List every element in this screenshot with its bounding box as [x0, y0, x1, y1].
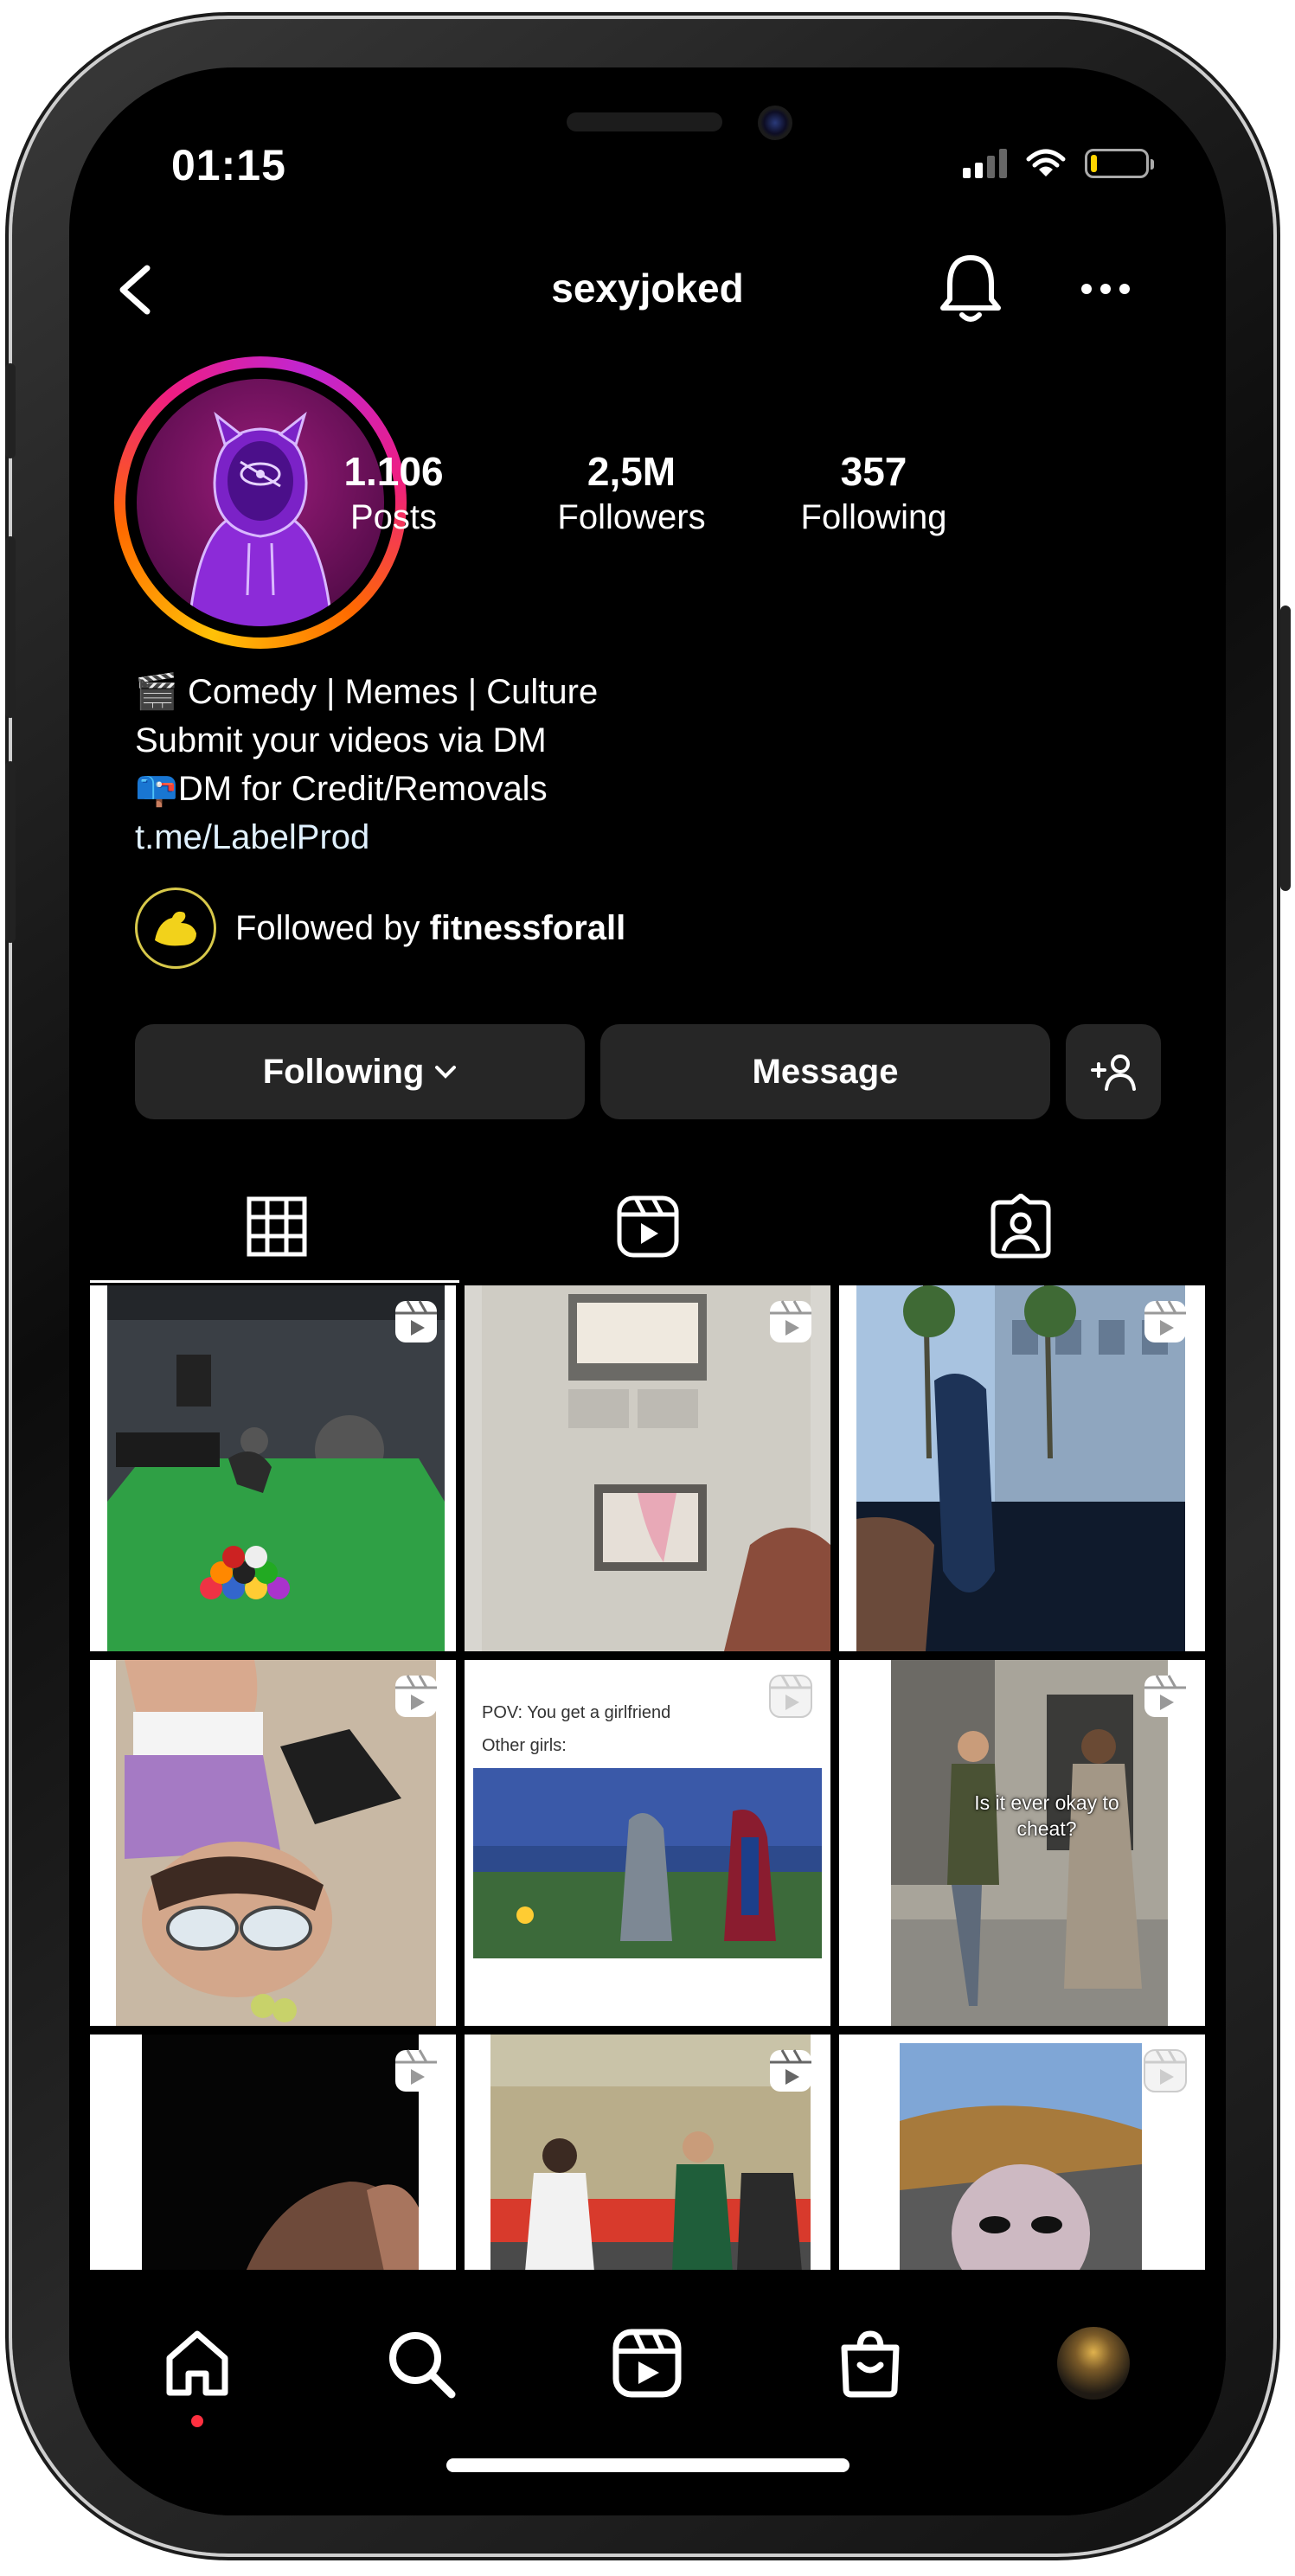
tab-tagged[interactable] — [834, 1173, 1207, 1280]
post-tile[interactable]: Is it ever okay to cheat? — [839, 1660, 1205, 2026]
suggested-users-button[interactable] — [1066, 1024, 1161, 1119]
reel-badge-icon — [770, 1300, 811, 1342]
reels-icon — [617, 1195, 678, 1258]
bio-line-2: Submit your videos via DM — [135, 721, 547, 759]
bio-line-1: Comedy | Memes | Culture — [187, 673, 599, 711]
search-icon — [389, 2332, 456, 2399]
battery-icon — [1085, 149, 1154, 178]
bio-link[interactable]: t.me/LabelProd — [135, 813, 598, 862]
profile-tabs — [69, 1173, 1226, 1280]
posts-stat[interactable]: 1.106 Posts — [268, 448, 519, 537]
profile-bio: 🎬 Comedy | Memes | Culture Submit your v… — [135, 668, 598, 862]
volume-up-button — [5, 536, 16, 718]
post-tile[interactable] — [465, 1285, 830, 1651]
cellular-signal-icon — [963, 149, 1007, 178]
home-activity-dot — [191, 2415, 203, 2427]
reel-badge-icon — [395, 2049, 437, 2092]
post-caption-mid: Other girls: — [482, 1736, 567, 1755]
flexed-arm-icon — [155, 911, 196, 946]
tagged-icon — [990, 1194, 1050, 1259]
profile-username: sexyjoked — [551, 266, 744, 311]
following-count: 357 — [840, 449, 907, 494]
bell-icon[interactable] — [936, 249, 1005, 327]
reels-icon — [612, 2329, 682, 2398]
power-button — [1280, 606, 1291, 891]
reel-badge-icon — [770, 2049, 811, 2092]
posts-count: 1.106 — [343, 449, 444, 494]
tab-grid[interactable] — [90, 1173, 463, 1280]
message-button[interactable]: Message — [600, 1024, 1050, 1119]
post-tile[interactable] — [90, 1285, 456, 1651]
followed-by-text: Followed by fitnessforall — [235, 908, 626, 947]
message-button-label: Message — [752, 1052, 899, 1091]
reel-badge-icon — [395, 1675, 437, 1717]
following-stat[interactable]: 357 Following — [744, 448, 1003, 537]
screen: 01:15 sexyjoked 1.106 Posts 2,5M Followe… — [69, 67, 1226, 2515]
front-camera — [758, 106, 792, 140]
posts-label: Posts — [349, 498, 438, 536]
followers-label: Followers — [557, 498, 706, 536]
mailbox-emoji-icon: 📪 — [135, 770, 178, 808]
volume-down-button — [5, 761, 16, 943]
reel-badge-icon — [1144, 1675, 1186, 1717]
tab-reels-nav[interactable] — [606, 2322, 689, 2405]
add-person-icon — [1091, 1054, 1136, 1091]
tab-profile[interactable] — [1052, 2322, 1135, 2405]
home-icon — [166, 2330, 228, 2396]
bio-line-3: DM for Credit/Removals — [177, 770, 548, 808]
tab-search[interactable] — [379, 2322, 462, 2405]
silent-switch — [5, 363, 16, 458]
following-label: Following — [800, 498, 947, 536]
following-button[interactable]: Following — [135, 1024, 585, 1119]
more-options-icon[interactable] — [1080, 280, 1132, 298]
home-indicator[interactable] — [446, 2458, 849, 2472]
status-icons — [963, 144, 1154, 183]
post-tile[interactable] — [465, 2035, 830, 2272]
post-overlay-text: Is it ever okay to cheat? — [974, 1791, 1119, 1840]
followed-by-row[interactable]: Followed by fitnessforall — [135, 888, 625, 969]
followers-stat[interactable]: 2,5M Followers — [502, 448, 761, 537]
post-tile[interactable] — [90, 2035, 456, 2272]
earpiece-speaker — [567, 112, 722, 131]
mutual-follower-avatar — [135, 888, 216, 969]
tab-shop[interactable] — [829, 2322, 912, 2405]
active-tab-indicator — [90, 1280, 459, 1283]
profile-avatar-small — [1057, 2327, 1130, 2400]
status-time: 01:15 — [171, 141, 286, 189]
post-thumbnail — [473, 1768, 822, 1958]
tab-reels[interactable] — [461, 1173, 834, 1280]
back-chevron-icon[interactable] — [111, 260, 163, 320]
post-caption-top: POV: You get a girlfriend — [482, 1703, 671, 1722]
bottom-tab-bar — [69, 2270, 1226, 2515]
reel-badge-icon — [1144, 2049, 1187, 2092]
chevron-down-icon — [435, 1066, 457, 1079]
reel-badge-icon — [1144, 1300, 1186, 1342]
wifi-icon — [1026, 149, 1066, 176]
shopping-bag-icon — [841, 2330, 900, 2398]
post-tile[interactable] — [90, 1660, 456, 2026]
following-button-label: Following — [262, 1052, 425, 1091]
grid-icon — [247, 1196, 306, 1257]
followers-count: 2,5M — [587, 449, 676, 494]
post-tile[interactable]: POV: You get a girlfriend Other girls: — [465, 1660, 830, 2026]
tab-home[interactable] — [156, 2322, 239, 2405]
reel-badge-icon — [395, 1300, 437, 1342]
clapperboard-emoji-icon: 🎬 — [135, 673, 178, 711]
post-tile[interactable] — [839, 1285, 1205, 1651]
post-tile[interactable] — [839, 2035, 1205, 2272]
reel-badge-icon — [769, 1675, 812, 1718]
